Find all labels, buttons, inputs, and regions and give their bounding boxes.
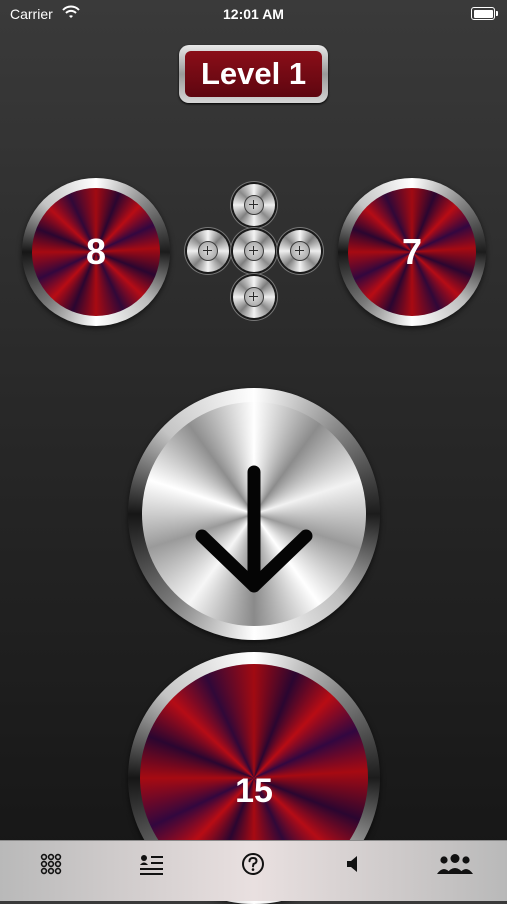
grid-icon[interactable] <box>31 849 71 879</box>
right-counter[interactable]: 7 <box>338 178 486 326</box>
arrow-down-icon <box>195 465 313 593</box>
help-icon[interactable] <box>233 849 273 879</box>
sound-icon[interactable] <box>334 849 374 879</box>
right-counter-value: 7 <box>348 188 476 316</box>
plus-icon <box>244 195 264 215</box>
dpad-center-button[interactable] <box>233 230 275 272</box>
left-counter[interactable]: 8 <box>22 178 170 326</box>
plus-icon <box>244 241 264 261</box>
total-counter-value: 15 <box>235 772 273 810</box>
status-time: 12:01 AM <box>223 6 284 22</box>
plus-icon <box>198 241 218 261</box>
arrow-down-button[interactable] <box>128 388 380 640</box>
level-label: Level 1 <box>185 51 322 97</box>
people-icon[interactable] <box>435 849 475 879</box>
dpad-up-button[interactable] <box>233 184 275 226</box>
dpad-right-button[interactable] <box>279 230 321 272</box>
tab-bar <box>0 840 507 901</box>
plus-icon <box>290 241 310 261</box>
arrow-button-face <box>142 402 366 626</box>
level-badge: Level 1 <box>179 45 328 103</box>
battery-icon <box>471 7 498 20</box>
status-bar: Carrier 12:01 AM <box>0 0 507 28</box>
left-counter-value: 8 <box>32 188 160 316</box>
plus-icon <box>244 287 264 307</box>
dpad-down-button[interactable] <box>233 276 275 318</box>
list-icon[interactable] <box>132 849 172 879</box>
dpad-left-button[interactable] <box>187 230 229 272</box>
